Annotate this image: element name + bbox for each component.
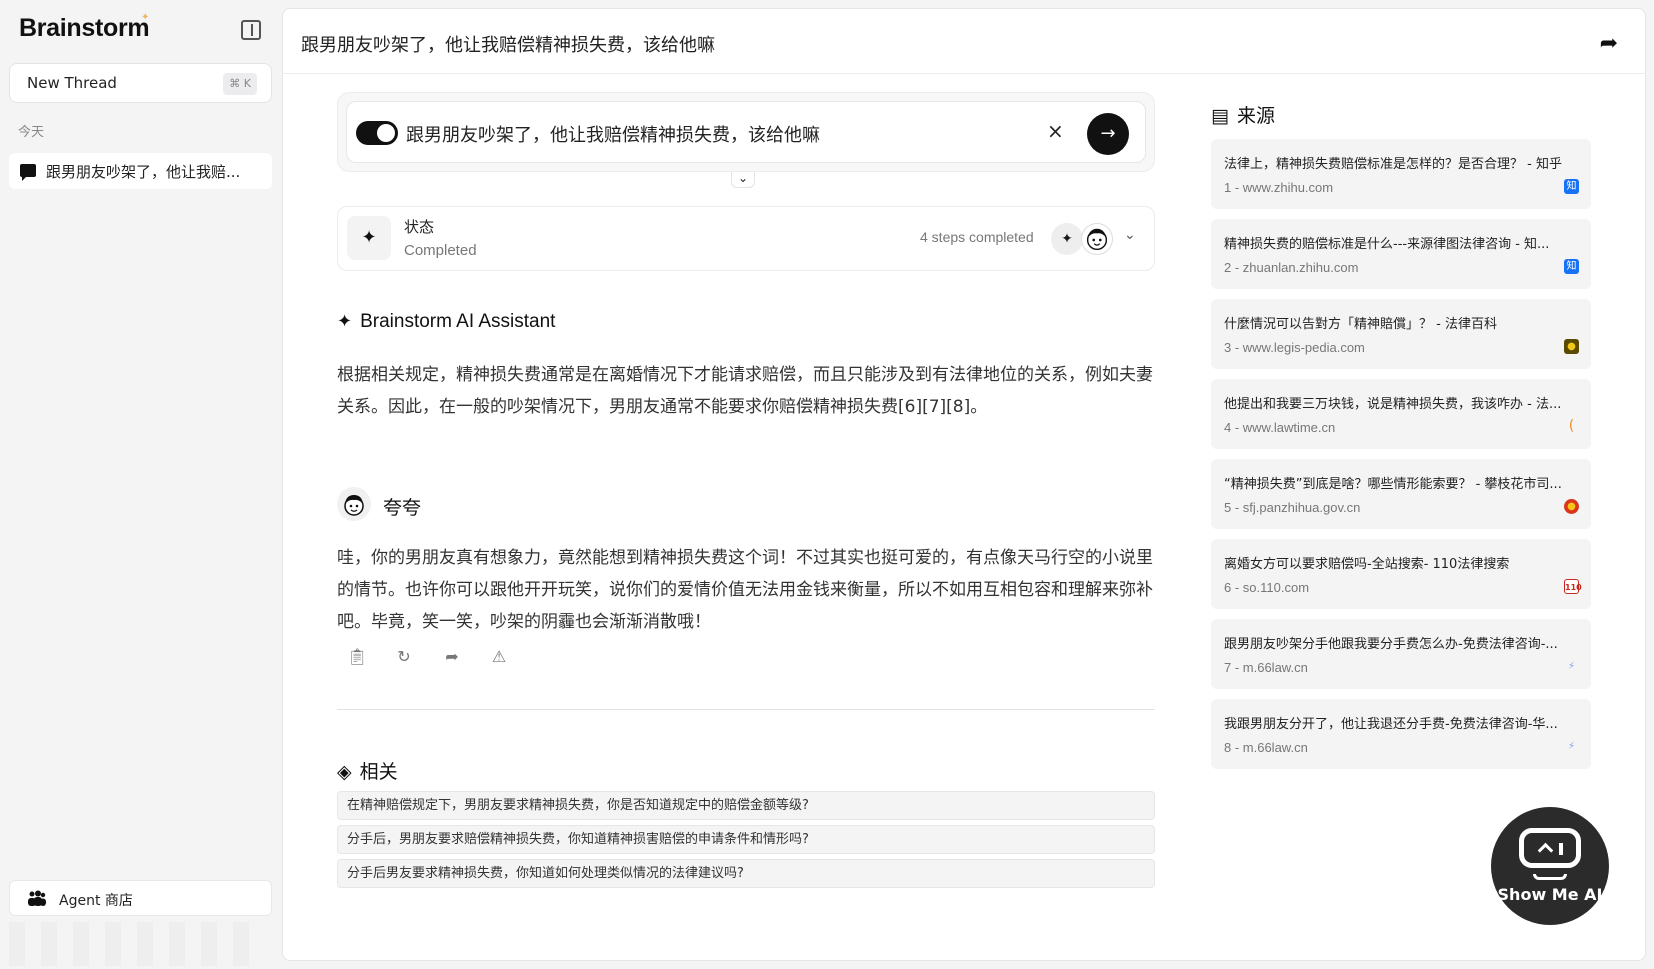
mode-toggle[interactable] [356, 121, 398, 145]
sources-heading: ▤ 来源 [1211, 101, 1275, 128]
source-title: 他提出和我要三万块钱，说是精神损失费，我该咋办 - 法... [1224, 397, 1562, 412]
collapse-sidebar-icon[interactable] [241, 20, 261, 40]
source-card[interactable]: 他提出和我要三万块钱，说是精神损失费，我该咋办 - 法... 4 - www.l… [1211, 379, 1591, 449]
agent-store-button[interactable]: Agent 商店 [9, 880, 272, 916]
shortcut-badge: ⌘ K [223, 73, 257, 95]
brand-logo: Brainstorm [19, 14, 150, 42]
agent-store-label: Agent 商店 [59, 893, 133, 909]
source-card[interactable]: 什麼情況可以告對方「精神賠償」？ - 法律百科 3 - www.legis-pe… [1211, 299, 1591, 369]
agent-avatars: ✦ [1051, 223, 1115, 255]
status-value: Completed [404, 242, 477, 259]
source-title: 跟男朋友吵架分手他跟我要分手费怎么办-免费法律咨询-... [1224, 637, 1558, 652]
law110-icon: 110 [1564, 579, 1582, 594]
chevron-down-icon[interactable]: ⌄ [731, 172, 755, 188]
lawtime-icon: ( [1568, 418, 1575, 434]
new-thread-button[interactable]: New Thread ⌘ K [9, 63, 272, 103]
chevron-down-icon[interactable]: ⌄ [1124, 227, 1136, 243]
source-card[interactable]: 跟男朋友吵架分手他跟我要分手费怎么办-免费法律咨询-... 7 - m.66la… [1211, 619, 1591, 689]
law66-icon: ⚡ [1567, 661, 1576, 672]
layers-icon: ◈ [337, 761, 352, 783]
source-meta: 8 - m.66law.cn [1224, 740, 1308, 755]
clipboard-icon[interactable]: 📋︎ [347, 647, 367, 667]
related-question[interactable]: 在精神赔偿规定下，男朋友要求精神损失费，你是否知道规定中的赔偿金额等级? [337, 791, 1155, 820]
zhihu-icon: 知 [1564, 259, 1579, 274]
source-meta: 6 - so.110.com [1224, 580, 1310, 595]
source-title: “精神损失费”到底是啥？哪些情形能索要？ - 攀枝花市司... [1224, 477, 1562, 492]
share-icon[interactable]: ➦ [443, 647, 461, 667]
header-divider [283, 73, 1645, 74]
assistant-heading: ✦ Brainstorm AI Assistant [337, 311, 555, 333]
persona-avatar-icon [1081, 223, 1113, 255]
persona-message: 哇，你的男朋友真有想象力，竟然能想到精神损失费这个词！不过其实也挺可爱的，有点像… [337, 548, 1153, 632]
main-panel: 跟男朋友吵架了，他让我赔偿精神损失费，该给他嘛 ➦ 跟男朋友吵架了，他让我赔偿精… [282, 8, 1646, 961]
show-me-ai-badge: Show Me AI [1491, 807, 1609, 925]
related-question[interactable]: 分手后男友要求精神损失费，你知道如何处理类似情况的法律建议吗? [337, 859, 1155, 888]
assistant-name: Brainstorm AI Assistant [360, 311, 556, 332]
related-heading: ◈ 相关 [337, 757, 398, 784]
robot-face-icon [1519, 828, 1581, 868]
robot-chin-icon [1533, 874, 1567, 880]
steps-count: 4 steps completed [920, 229, 1034, 245]
source-title: 精神损失费的赔偿标准是什么---来源律图法律咨询 - 知... [1224, 237, 1550, 252]
source-card[interactable]: 我跟男朋友分开了，他让我退还分手费-免费法律咨询-华... 8 - m.66la… [1211, 699, 1591, 769]
sparkle-icon: ✦ [347, 216, 391, 260]
source-meta: 3 - www.legis-pedia.com [1224, 340, 1365, 355]
source-card[interactable]: “精神损失费”到底是啥？哪些情形能索要？ - 攀枝花市司... 5 - sfj.… [1211, 459, 1591, 529]
thread-item[interactable]: 跟男朋友吵架了，他让我赔... [9, 153, 272, 189]
related-title: 相关 [359, 761, 398, 783]
sources-title: 来源 [1236, 105, 1275, 127]
source-title: 什麼情況可以告對方「精神賠償」？ - 法律百科 [1224, 317, 1497, 332]
chat-bubble-icon [20, 164, 36, 181]
legis-icon: ● [1564, 339, 1579, 354]
query-text: 跟男朋友吵架了，他让我赔偿精神损失费，该给他嘛 [406, 125, 820, 146]
sidebar: Brainstorm ✦ New Thread ⌘ K 今天 跟男朋友吵架了，他… [0, 0, 282, 969]
source-meta: 7 - m.66law.cn [1224, 660, 1308, 675]
assistant-answer: 根据相关规定，精神损失费通常是在离婚情况下才能请求赔偿，而且只能涉及到有法律地位… [337, 365, 1153, 417]
sparkle-icon: ✦ [337, 311, 353, 331]
source-card[interactable]: 离婚女方可以要求赔偿吗-全站搜索- 110法律搜索 6 - so.110.com… [1211, 539, 1591, 609]
new-thread-label: New Thread [27, 74, 117, 92]
user-profile-blurred[interactable] [9, 922, 254, 966]
related-question[interactable]: 分手后，男朋友要求赔偿精神损失费，你知道精神损害赔偿的申请条件和情形吗? [337, 825, 1155, 854]
sources-icon: ▤ [1211, 105, 1229, 127]
brand-star-icon: ✦ [141, 12, 150, 23]
law66-icon: ⚡ [1567, 741, 1576, 752]
source-meta: 4 - www.lawtime.cn [1224, 420, 1336, 435]
zhihu-icon: 知 [1564, 179, 1579, 194]
today-section-label: 今天 [18, 125, 45, 140]
send-button[interactable]: → [1087, 113, 1129, 155]
source-meta: 1 - www.zhihu.com [1224, 180, 1334, 195]
emblem-icon: ● [1564, 499, 1579, 514]
report-icon[interactable]: ⚠︎ [490, 647, 508, 667]
sparkle-avatar-icon: ✦ [1051, 223, 1083, 255]
page-title: 跟男朋友吵架了，他让我赔偿精神损失费，该给他嘛 [301, 35, 715, 56]
query-card: 跟男朋友吵架了，他让我赔偿精神损失费，该给他嘛 × → [337, 92, 1155, 172]
persona-name: 夸夸 [383, 497, 422, 519]
source-title: 我跟男朋友分开了，他让我退还分手费-免费法律咨询-华... [1224, 717, 1558, 732]
source-meta: 5 - sfj.panzhihua.gov.cn [1224, 500, 1361, 515]
share-icon[interactable]: ➦ [1600, 31, 1618, 56]
source-title: 离婚女方可以要求赔偿吗-全站搜索- 110法律搜索 [1224, 557, 1510, 572]
people-icon [28, 890, 46, 906]
source-meta: 2 - zhuanlan.zhihu.com [1224, 260, 1359, 275]
badge-text: Show Me AI [1497, 885, 1603, 904]
thread-label: 跟男朋友吵架了，他让我赔... [46, 163, 241, 181]
clear-icon[interactable]: × [1047, 119, 1064, 143]
source-card[interactable]: 法律上，精神损失费赔偿标准是怎样的？是否合理？ - 知乎 1 - www.zhi… [1211, 139, 1591, 209]
status-label: 状态 [404, 218, 435, 236]
source-title: 法律上，精神损失费赔偿标准是怎样的？是否合理？ - 知乎 [1224, 157, 1562, 172]
source-card[interactable]: 精神损失费的赔偿标准是什么---来源律图法律咨询 - 知... 2 - zhua… [1211, 219, 1591, 289]
section-divider [337, 709, 1155, 710]
query-box[interactable]: 跟男朋友吵架了，他让我赔偿精神损失费，该给他嘛 × → [346, 101, 1146, 163]
status-card[interactable]: ✦ 状态 Completed 4 steps completed ✦ ⌄ [337, 206, 1155, 271]
refresh-icon[interactable]: ↻ [395, 647, 413, 667]
persona-avatar [337, 487, 371, 521]
